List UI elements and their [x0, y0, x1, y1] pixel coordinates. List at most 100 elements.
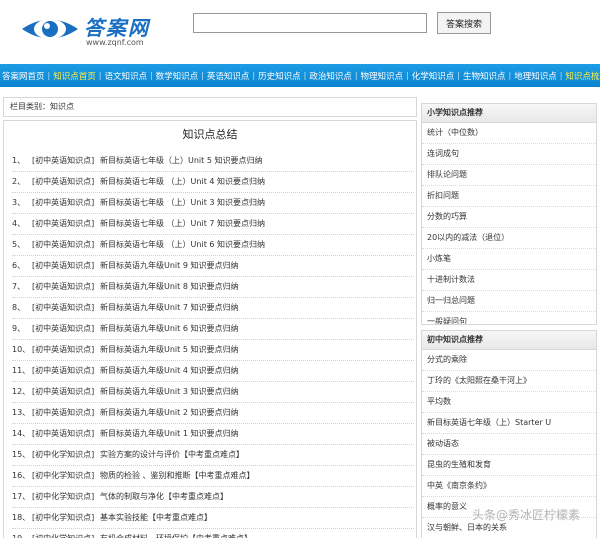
list-item-cat[interactable]: [初中英语知识点]	[32, 193, 100, 213]
list-item-title[interactable]: 新目标英语九年级Unit 4 知识要点归纳	[100, 361, 238, 381]
list-item-num: 19、	[12, 529, 32, 538]
sidebar-link[interactable]: 十进制计数法	[422, 270, 596, 291]
sidebar-link[interactable]: 连词成句	[422, 144, 596, 165]
list-item[interactable]: 8、 [初中英语知识点] 新目标英语九年级Unit 7 知识要点归纳	[12, 298, 414, 319]
list-item-title[interactable]: 新目标英语九年级Unit 9 知识要点归纳	[100, 256, 238, 276]
list-item-cat[interactable]: [初中英语知识点]	[32, 424, 100, 444]
list-item-title[interactable]: 新目标英语七年级 （上）Unit 7 知识要点归纳	[100, 214, 265, 234]
list-item[interactable]: 11、 [初中英语知识点] 新目标英语九年级Unit 4 知识要点归纳	[12, 361, 414, 382]
list-item-cat[interactable]: [初中化学知识点]	[32, 508, 100, 528]
list-item[interactable]: 7、 [初中英语知识点] 新目标英语九年级Unit 8 知识要点归纳	[12, 277, 414, 298]
nav-item[interactable]: 政治知识点	[307, 70, 354, 82]
list-item-cat[interactable]: [初中化学知识点]	[32, 445, 100, 465]
list-item[interactable]: 4、 [初中英语知识点] 新目标英语七年级 （上）Unit 7 知识要点归纳	[12, 214, 414, 235]
sidebar-link[interactable]: 一般疑问句	[422, 312, 596, 324]
primary-school-recommend: 小学知识点推荐 统计（中位数） 连词成句 排队论问题 折扣问题 分数的巧算 20以内的减法…	[421, 103, 597, 325]
site-header: 答案网 www.zqnf.com 答案搜索	[0, 0, 600, 64]
list-item-title[interactable]: 新目标英语九年级Unit 7 知识要点归纳	[100, 298, 238, 318]
list-item-cat[interactable]: [初中英语知识点]	[32, 319, 100, 339]
list-item-title[interactable]: 物质的检验 、鉴别和推断【中考重点难点】	[100, 466, 255, 486]
list-item-cat[interactable]: [初中英语知识点]	[32, 382, 100, 402]
list-item[interactable]: 10、 [初中英语知识点] 新目标英语九年级Unit 5 知识要点归纳	[12, 340, 414, 361]
list-item-title[interactable]: 气体的制取与净化【中考重点难点】	[100, 487, 228, 507]
sidebar-link[interactable]: 昆虫的生殖和发育	[422, 455, 596, 476]
list-item-cat[interactable]: [初中英语知识点]	[32, 214, 100, 234]
nav-item[interactable]: 物理知识点	[359, 70, 406, 82]
sidebar-link[interactable]: 被动语态	[422, 434, 596, 455]
page-title: 知识点总结	[182, 128, 238, 141]
list-item[interactable]: 12、 [初中英语知识点] 新目标英语九年级Unit 3 知识要点归纳	[12, 382, 414, 403]
sidebar-link[interactable]: 新目标英语七年级（上）Starter U	[422, 413, 596, 434]
nav-item[interactable]: 语文知识点	[102, 70, 149, 82]
sidebar-link[interactable]: 中英《南京条约》	[422, 476, 596, 497]
sidebar-link[interactable]: 排队论问题	[422, 165, 596, 186]
list-item-num: 7、	[12, 282, 26, 291]
nav-item[interactable]: 生物知识点	[461, 70, 508, 82]
list-item-cat[interactable]: [初中英语知识点]	[32, 235, 100, 255]
nav-item[interactable]: 答案网首页	[0, 70, 47, 82]
list-item[interactable]: 13、 [初中英语知识点] 新目标英语九年级Unit 2 知识要点归纳	[12, 403, 414, 424]
sidebar-link[interactable]: 折扣问题	[422, 186, 596, 207]
list-item[interactable]: 19、[初中化学知识点]有机合成材料、环境保护【中考重点难点】	[12, 529, 414, 538]
list-item-cat[interactable]: [初中化学知识点]	[32, 529, 100, 538]
sidebar-link[interactable]: 归一归总问题	[422, 291, 596, 312]
list-item-title[interactable]: 新目标英语九年级Unit 2 知识要点归纳	[100, 403, 238, 423]
list-item-title[interactable]: 有机合成材料、环境保护【中考重点难点】	[100, 529, 252, 538]
list-item-num: 13、	[12, 408, 31, 417]
list-item-title[interactable]: 新目标英语九年级Unit 6 知识要点归纳	[100, 319, 238, 339]
nav-item[interactable]: 英语知识点	[205, 70, 252, 82]
sidebar-heading: 小学知识点推荐	[422, 104, 596, 123]
list-item[interactable]: 18、 [初中化学知识点] 基本实验技能【中考重点难点】	[12, 508, 414, 529]
list-item-title[interactable]: 新目标英语九年级Unit 3 知识要点归纳	[100, 382, 238, 402]
sidebar-link[interactable]: 统计（中位数）	[422, 123, 596, 144]
list-item-cat[interactable]: [初中英语知识点]	[32, 340, 100, 360]
sidebar-link[interactable]: 小炼笔	[422, 249, 596, 270]
list-item-cat[interactable]: [初中英语知识点]	[32, 277, 100, 297]
list-item-title[interactable]: 新目标英语七年级（上）Unit 5 知识要点归纳	[100, 151, 262, 171]
list-item-cat[interactable]: [初中英语知识点]	[32, 256, 100, 276]
nav-item[interactable]: 知识点梳理	[563, 70, 600, 82]
list-item-cat[interactable]: [初中英语知识点]	[32, 172, 100, 192]
list-item-title[interactable]: 实验方案的设计与评价【中考重点难点】	[100, 445, 244, 465]
list-item-num: 1、	[12, 156, 26, 165]
list-item-title[interactable]: 基本实验技能【中考重点难点】	[100, 508, 212, 528]
nav-item[interactable]: 数学知识点	[154, 70, 201, 82]
sidebar-link[interactable]: 分数的巧算	[422, 207, 596, 228]
sidebar-link[interactable]: 丁玲的《太阳照在桑干河上》	[422, 371, 596, 392]
list-item-cat[interactable]: [初中化学知识点]	[32, 466, 100, 486]
list-item[interactable]: 1、 [初中英语知识点] 新目标英语七年级（上）Unit 5 知识要点归纳	[12, 151, 414, 172]
knowledge-list-panel: 知识点总结 1、 [初中英语知识点] 新目标英语七年级（上）Unit 5 知识要点归…	[3, 120, 417, 538]
list-item-title[interactable]: 新目标英语七年级 （上）Unit 4 知识要点归纳	[100, 172, 265, 192]
list-item-cat[interactable]: [初中英语知识点]	[32, 298, 100, 318]
list-item[interactable]: 9、 [初中英语知识点] 新目标英语九年级Unit 6 知识要点归纳	[12, 319, 414, 340]
search-input[interactable]	[193, 13, 427, 33]
sidebar-link[interactable]: 分式的乘除	[422, 350, 596, 371]
list-item[interactable]: 5、 [初中英语知识点] 新目标英语七年级 （上）Unit 6 知识要点归纳	[12, 235, 414, 256]
list-item-cat[interactable]: [初中英语知识点]	[32, 361, 100, 381]
list-item[interactable]: 6、 [初中英语知识点] 新目标英语九年级Unit 9 知识要点归纳	[12, 256, 414, 277]
list-item-title[interactable]: 新目标英语九年级Unit 1 知识要点归纳	[100, 424, 238, 444]
site-logo[interactable]: 答案网 www.zqnf.com	[20, 10, 160, 50]
list-item-title[interactable]: 新目标英语七年级 （上）Unit 6 知识要点归纳	[100, 235, 265, 255]
list-item[interactable]: 17、 [初中化学知识点] 气体的制取与净化【中考重点难点】	[12, 487, 414, 508]
list-item[interactable]: 3、 [初中英语知识点] 新目标英语七年级 （上）Unit 3 知识要点归纳	[12, 193, 414, 214]
list-item-num: 4、	[12, 219, 26, 228]
nav-item[interactable]: 历史知识点	[256, 70, 303, 82]
list-item-title[interactable]: 新目标英语九年级Unit 8 知识要点归纳	[100, 277, 238, 297]
search-button[interactable]: 答案搜索	[437, 12, 491, 34]
nav-item[interactable]: 地理知识点	[512, 70, 559, 82]
list-item-cat[interactable]: [初中化学知识点]	[32, 487, 100, 507]
list-item[interactable]: 2、 [初中英语知识点] 新目标英语七年级 （上）Unit 4 知识要点归纳	[12, 172, 414, 193]
list-item[interactable]: 16、 [初中化学知识点] 物质的检验 、鉴别和推断【中考重点难点】	[12, 466, 414, 487]
nav-item[interactable]: 知识点首页	[51, 70, 98, 82]
list-item-cat[interactable]: [初中英语知识点]	[32, 403, 100, 423]
list-item-title[interactable]: 新目标英语七年级 （上）Unit 3 知识要点归纳	[100, 193, 265, 213]
list-item-cat[interactable]: [初中英语知识点]	[32, 151, 100, 171]
list-item-title[interactable]: 新目标英语九年级Unit 5 知识要点归纳	[100, 340, 238, 360]
list-item-num: 11、	[12, 366, 31, 375]
sidebar-link[interactable]: 20以内的减法（退位）	[422, 228, 596, 249]
nav-item[interactable]: 化学知识点	[410, 70, 457, 82]
sidebar-link[interactable]: 平均数	[422, 392, 596, 413]
list-item[interactable]: 15、 [初中化学知识点] 实验方案的设计与评价【中考重点难点】	[12, 445, 414, 466]
list-item[interactable]: 14、 [初中英语知识点] 新目标英语九年级Unit 1 知识要点归纳	[12, 424, 414, 445]
